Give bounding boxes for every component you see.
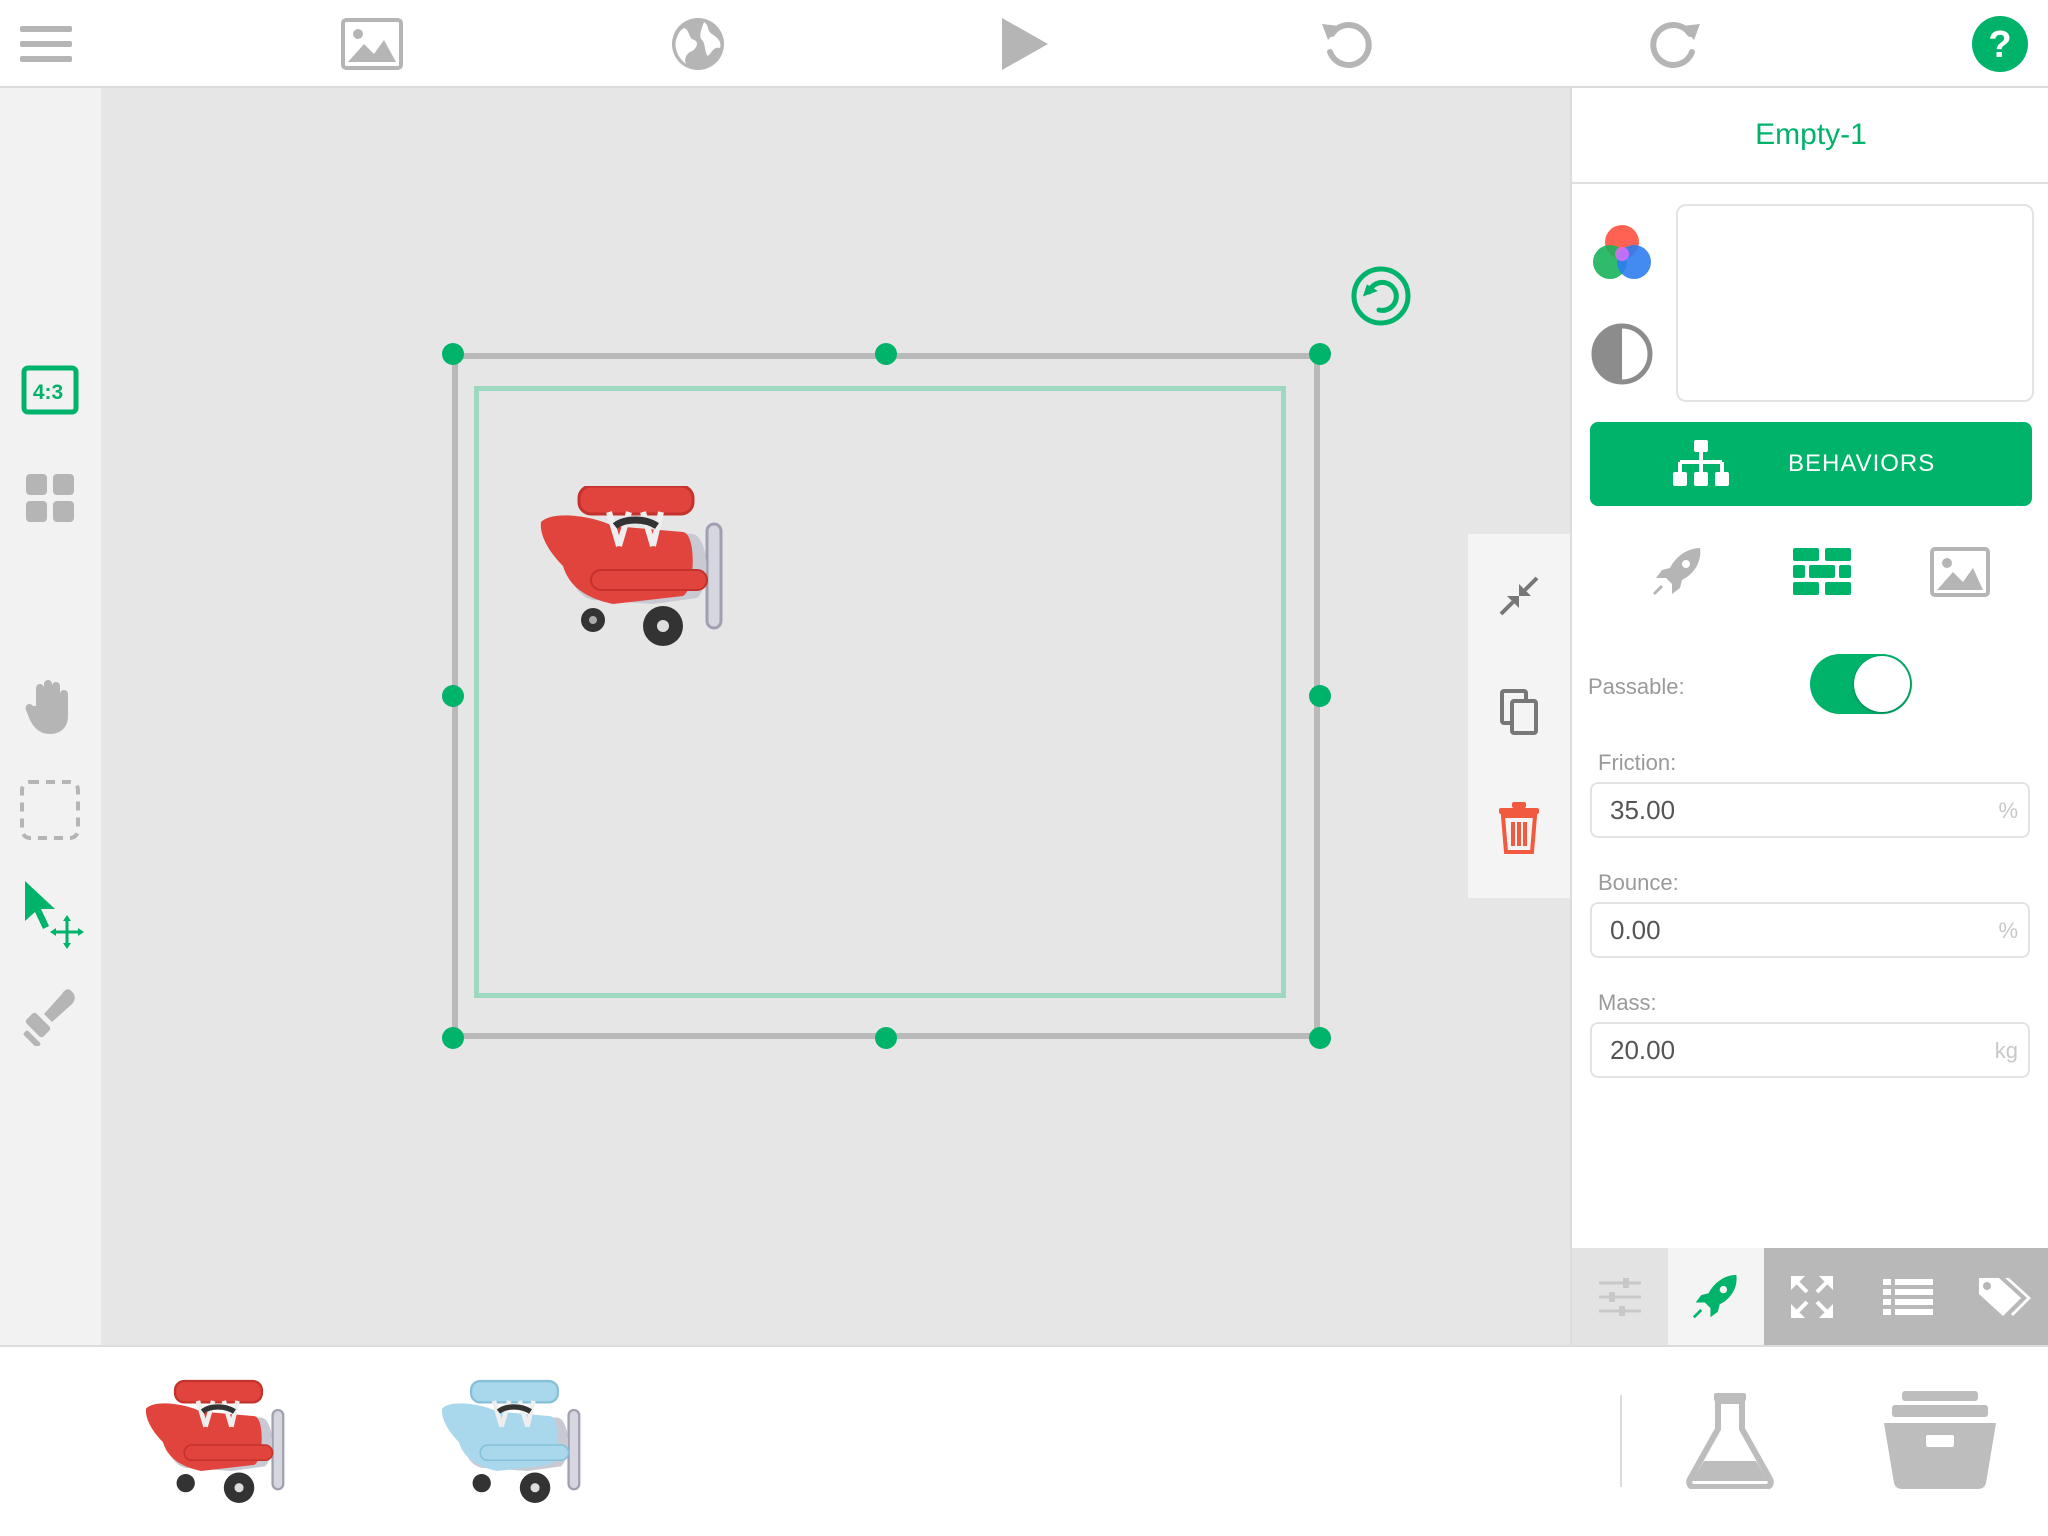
tags-icon	[1979, 1277, 2031, 1316]
mass-unit: kg	[1994, 1038, 2018, 1063]
undo-button[interactable]	[1316, 12, 1380, 76]
inspector-panel: Empty-1 BEHAVIORS Passable: Friction: 35…	[1570, 88, 2048, 1345]
friction-label: Friction:	[1598, 750, 1677, 775]
redo-icon	[1650, 22, 1700, 68]
aspect-ratio-button[interactable]: 4:3	[14, 354, 86, 426]
tab-sliders[interactable]	[1572, 1248, 1668, 1345]
menu-button[interactable]	[14, 12, 78, 76]
selected-object-bounds[interactable]	[474, 386, 1286, 998]
redo-button[interactable]	[1642, 12, 1706, 76]
tray-divider	[1620, 1395, 1622, 1487]
marquee-select-button[interactable]	[14, 774, 86, 846]
contrast-icon[interactable]	[1590, 322, 1654, 386]
friction-field[interactable]: %	[1590, 782, 2030, 838]
tab-tags[interactable]	[1956, 1248, 2048, 1345]
color-tint-icon[interactable]	[1588, 220, 1656, 288]
tab-physics[interactable]	[1786, 542, 1858, 602]
biplane-sprite[interactable]	[533, 486, 743, 646]
globe-icon	[672, 18, 724, 70]
undo-icon	[1322, 22, 1372, 68]
toggle-knob	[1854, 656, 1910, 712]
object-context-toolbar	[1468, 534, 1570, 898]
image-icon	[341, 18, 403, 70]
inspector-tab-bar	[1572, 1248, 2048, 1345]
resize-handle-top-left[interactable]	[442, 343, 464, 365]
help-icon: ?	[1972, 16, 2028, 72]
object-title[interactable]: Empty-1	[1572, 88, 2048, 184]
asset-blue-biplane[interactable]	[436, 1377, 596, 1507]
shrink-button[interactable]	[1487, 564, 1551, 628]
passable-toggle[interactable]	[1810, 654, 1912, 714]
archive-box-icon[interactable]	[1880, 1389, 2000, 1489]
svg-text:4:3: 4:3	[33, 381, 63, 404]
mass-field[interactable]: kg	[1590, 1022, 2030, 1078]
bounce-unit: %	[1998, 918, 2018, 943]
hand-icon	[25, 680, 68, 734]
stamp-button[interactable]	[14, 980, 86, 1052]
aspect-ratio-icon: 4:3	[21, 365, 79, 415]
copy-icon	[1500, 689, 1538, 735]
select-move-button[interactable]	[14, 878, 86, 950]
bricks-icon	[1793, 548, 1851, 595]
tab-appearance[interactable]	[1924, 542, 1996, 602]
tab-motion[interactable]	[1642, 542, 1714, 602]
resize-handle-bottom-left[interactable]	[442, 1027, 464, 1049]
friction-unit: %	[1998, 798, 2018, 823]
tab-behaviors[interactable]	[1668, 1248, 1764, 1345]
mass-label: Mass:	[1598, 990, 1657, 1015]
scene-canvas[interactable]	[101, 88, 1570, 1345]
resize-handle-bottom-right[interactable]	[1309, 1027, 1331, 1049]
bounce-input[interactable]	[1610, 912, 1930, 948]
grid-button[interactable]	[14, 462, 86, 534]
left-tool-rail: 4:3	[0, 88, 101, 1345]
rocket-icon	[1652, 548, 1701, 596]
dashed-selection-icon	[20, 780, 80, 840]
help-button[interactable]: ?	[1968, 12, 2032, 76]
flask-icon[interactable]	[1680, 1389, 1780, 1489]
sliders-icon	[1599, 1277, 1641, 1316]
asset-red-biplane[interactable]	[140, 1377, 300, 1507]
grid-icon	[26, 474, 74, 522]
bounce-label: Bounce:	[1598, 870, 1679, 895]
shrink-arrows-icon	[1499, 576, 1539, 616]
world-button[interactable]	[666, 12, 730, 76]
expand-arrows-icon	[1791, 1275, 1833, 1318]
play-button[interactable]	[990, 12, 1054, 76]
stamp-icon	[23, 989, 75, 1046]
hamburger-menu-icon	[20, 26, 72, 62]
select-move-arrow-icon	[25, 881, 84, 949]
friction-input[interactable]	[1610, 792, 1930, 828]
tab-list[interactable]	[1860, 1248, 1956, 1345]
image-icon	[1930, 547, 1990, 597]
trash-icon	[1499, 802, 1539, 854]
list-icon	[1883, 1278, 1933, 1315]
object-preview	[1676, 204, 2034, 402]
rotate-handle-icon[interactable]	[1349, 264, 1413, 328]
behaviors-label: BEHAVIORS	[1788, 450, 1936, 477]
passable-label: Passable:	[1588, 674, 1685, 699]
play-icon	[1002, 18, 1048, 70]
scene-image-button[interactable]	[340, 12, 404, 76]
duplicate-button[interactable]	[1487, 680, 1551, 744]
resize-handle-left[interactable]	[442, 685, 464, 707]
resize-handle-top-right[interactable]	[1309, 343, 1331, 365]
pan-button[interactable]	[14, 670, 86, 742]
resize-handle-right[interactable]	[1309, 685, 1331, 707]
behaviors-button[interactable]: BEHAVIORS	[1590, 422, 2032, 506]
top-toolbar: ?	[0, 0, 2048, 88]
resize-handle-top[interactable]	[875, 343, 897, 365]
rocket-icon	[1692, 1274, 1737, 1318]
asset-tray	[0, 1345, 2048, 1536]
delete-button[interactable]	[1487, 796, 1551, 860]
resize-handle-bottom[interactable]	[875, 1027, 897, 1049]
mass-input[interactable]	[1610, 1032, 1930, 1068]
svg-text:?: ?	[1988, 24, 2011, 66]
bounce-field[interactable]: %	[1590, 902, 2030, 958]
tab-transform[interactable]	[1764, 1248, 1860, 1345]
